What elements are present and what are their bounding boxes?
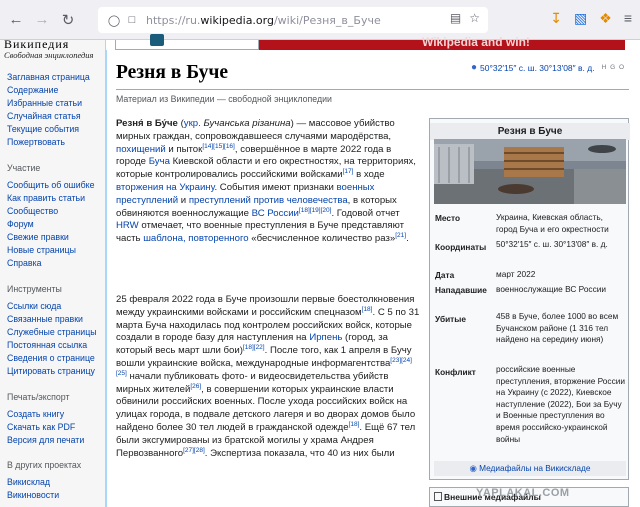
title-coordinates[interactable]: ● 50°32′15″ с. ш. 30°13′08″ в. д. H G O: [471, 62, 625, 73]
account-icon[interactable]: ▧: [574, 10, 587, 27]
infobox-label-coordinates: Координаты: [435, 242, 487, 252]
media-file-icon: [434, 492, 442, 501]
banner-left-panel: [115, 34, 259, 50]
title-divider: [116, 89, 629, 90]
infobox-photo[interactable]: [434, 139, 626, 204]
url-text[interactable]: https://ru.wikipedia.org/wiki/Резня_в_Бу…: [146, 14, 381, 27]
hamburger-menu-icon[interactable]: ≡: [624, 10, 632, 27]
sidebar-heading-participate: Участие: [7, 163, 41, 173]
infobox-label-attackers: Нападавшие: [435, 285, 487, 295]
sidebar-item-featured[interactable]: Избранные статьи: [7, 98, 82, 108]
link-kidnappings[interactable]: похищений: [116, 144, 166, 155]
logo-subtitle: Свободная энциклопедия: [4, 50, 94, 60]
link-invasion[interactable]: вторжения на Украину: [116, 182, 214, 193]
arrow-right-icon[interactable]: →: [32, 10, 52, 30]
sidebar-item-community[interactable]: Сообщество: [7, 206, 58, 216]
paragraph-intro: Резня́ в Бу́че (укр. Бучанська різанина)…: [116, 118, 416, 245]
infobox-value-place[interactable]: Украина, Киевская область, город Буча и …: [496, 212, 626, 235]
browser-toolbar: ← → ↻ ◯ □ https://ru.wikipedia.org/wiki/…: [0, 0, 640, 40]
link-hrw[interactable]: HRW: [116, 220, 139, 231]
street-scene-image: [434, 139, 626, 204]
sidebar-item-cite-page[interactable]: Цитировать страницу: [7, 366, 95, 376]
sidebar-item-forum[interactable]: Форум: [7, 219, 34, 229]
infobox-label-killed: Убитые: [435, 314, 466, 324]
sidebar-item-related-changes[interactable]: Связанные правки: [7, 314, 83, 324]
article-source-note: Материал из Википедии — свободной энцикл…: [116, 94, 332, 104]
infobox-label-place: Место: [435, 213, 461, 223]
commons-icon: ◉: [469, 463, 477, 473]
infobox-title: Резня в Буче: [430, 123, 630, 140]
map-pin-icon[interactable]: ●: [471, 62, 477, 73]
infobox: Резня в Буче Место Украина, Киевская обл…: [429, 118, 630, 480]
sidebar-item-contents[interactable]: Содержание: [7, 85, 58, 95]
infobox-value-attackers[interactable]: военнослужащие ВС России: [496, 284, 626, 296]
banner-right-panel[interactable]: Wikipedia and win!: [259, 35, 625, 50]
sidebar-item-current-events[interactable]: Текущие события: [7, 124, 79, 134]
reader-view-icon[interactable]: ▤: [450, 11, 461, 25]
sidebar-item-random[interactable]: Случайная статья: [7, 111, 81, 121]
shield-icon[interactable]: ◯: [106, 12, 122, 28]
sidebar-heading-tools: Инструменты: [7, 284, 62, 294]
link-irpin[interactable]: Ирпень: [309, 332, 342, 343]
donation-banner[interactable]: Wikipedia and win!: [115, 34, 625, 50]
star-icon[interactable]: ☆: [469, 11, 480, 25]
url-bar[interactable]: ◯ □ https://ru.wikipedia.org/wiki/Резня_…: [98, 7, 488, 33]
sidebar: Википедия Свободная энциклопедия Заглавн…: [0, 40, 106, 507]
infobox-value-conflict[interactable]: российские военные преступления, вторжен…: [496, 364, 626, 445]
sidebar-heading-projects: В других проектах: [7, 460, 82, 470]
sidebar-item-new-pages[interactable]: Новые страницы: [7, 245, 76, 255]
link-russian-armed-forces[interactable]: ВС России: [252, 208, 299, 219]
infobox-label-conflict: Конфликт: [435, 367, 476, 377]
extension-icon[interactable]: ❖: [599, 10, 612, 27]
commons-media-link[interactable]: ◉ Медиафайлы на Викискладе: [434, 461, 626, 476]
sidebar-item-main-page[interactable]: Заглавная страница: [7, 72, 90, 82]
lock-icon[interactable]: □: [124, 12, 140, 28]
link-bucha[interactable]: Буча: [149, 156, 170, 167]
sidebar-item-how-to-edit[interactable]: Как править статьи: [7, 193, 85, 203]
infobox-value-killed: 458 в Буче, более 1000 во всем Бучанском…: [496, 311, 619, 345]
commons-media-text[interactable]: Медиафайлы на Викискладе: [479, 463, 590, 473]
link-pattern[interactable]: шаблона, повторенного: [143, 233, 248, 244]
sidebar-item-donate[interactable]: Пожертвовать: [7, 137, 65, 147]
sidebar-item-special-pages[interactable]: Служебные страницы: [7, 327, 97, 337]
sidebar-heading-print: Печать/экспорт: [7, 392, 70, 402]
article-content: Резня в Буче ● 50°32′15″ с. ш. 30°13′08″…: [106, 50, 640, 507]
banner-logo-icon: [150, 34, 164, 46]
coordinates-extra[interactable]: H G O: [602, 64, 625, 71]
infobox-label-date: Дата: [435, 270, 455, 280]
sidebar-item-permanent-link[interactable]: Постоянная ссылка: [7, 340, 87, 350]
infobox-value-coordinates[interactable]: 50°32′15″ с. ш. 30°13′08″ в. д.: [496, 239, 626, 251]
arrow-left-icon[interactable]: ←: [6, 10, 26, 30]
page-title: Резня в Буче: [116, 62, 229, 83]
sidebar-item-wikinews[interactable]: Викиновости: [7, 490, 59, 500]
sidebar-item-commons[interactable]: Викисклад: [7, 477, 50, 487]
sidebar-item-download-pdf[interactable]: Скачать как PDF: [7, 422, 75, 432]
watermark: YAPLAKAL.COM: [476, 487, 570, 499]
coordinates-text[interactable]: 50°32′15″ с. ш. 30°13′08″ в. д.: [480, 63, 595, 73]
paragraph-timeline: 25 февраля 2022 года в Буче произошли пе…: [116, 294, 420, 459]
infobox-value-date: март 2022: [496, 269, 536, 279]
sidebar-item-printable[interactable]: Версия для печати: [7, 435, 84, 445]
wikipedia-logo[interactable]: Википедия Свободная энциклопедия: [4, 40, 104, 60]
logo-title: Википедия: [4, 40, 70, 50]
sidebar-item-help[interactable]: Справка: [7, 258, 42, 268]
sidebar-item-recent-changes[interactable]: Свежие правки: [7, 232, 69, 242]
link-ukr[interactable]: укр.: [184, 118, 201, 129]
download-icon[interactable]: ↧: [550, 10, 562, 27]
reload-icon[interactable]: ↻: [58, 10, 78, 30]
sidebar-item-report-error[interactable]: Сообщить об ошибке: [7, 180, 95, 190]
link-crimes-against-humanity[interactable]: преступлений против человечества: [189, 195, 348, 206]
sidebar-item-create-book[interactable]: Создать книгу: [7, 409, 64, 419]
banner-text: Wikipedia and win!: [422, 35, 530, 49]
sidebar-item-what-links-here[interactable]: Ссылки сюда: [7, 301, 61, 311]
sidebar-item-page-info[interactable]: Сведения о странице: [7, 353, 95, 363]
